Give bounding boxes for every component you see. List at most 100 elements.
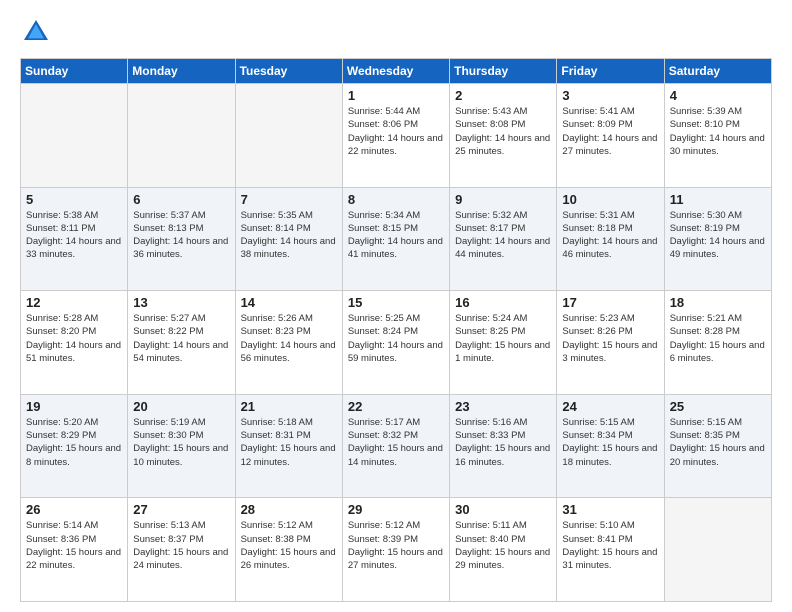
day-info: Sunrise: 5:32 AM Sunset: 8:17 PM Dayligh… [455, 209, 551, 262]
day-number: 28 [241, 502, 337, 517]
day-info: Sunrise: 5:12 AM Sunset: 8:39 PM Dayligh… [348, 519, 444, 572]
day-number: 11 [670, 192, 766, 207]
day-number: 23 [455, 399, 551, 414]
calendar-cell: 29 Sunrise: 5:12 AM Sunset: 8:39 PM Dayli… [342, 498, 449, 602]
day-number: 16 [455, 295, 551, 310]
day-info: Sunrise: 5:34 AM Sunset: 8:15 PM Dayligh… [348, 209, 444, 262]
calendar-cell: 14 Sunrise: 5:26 AM Sunset: 8:23 PM Dayli… [235, 291, 342, 395]
calendar-cell: 26Sunrise: 5:14 AM Sunset: 8:36 PM Dayli… [21, 498, 128, 602]
calendar-cell: 22 Sunrise: 5:17 AM Sunset: 8:32 PM Dayli… [342, 394, 449, 498]
day-number: 25 [670, 399, 766, 414]
day-number: 19 [26, 399, 122, 414]
day-number: 12 [26, 295, 122, 310]
day-number: 31 [562, 502, 658, 517]
calendar-cell: 12 Sunrise: 5:28 AM Sunset: 8:20 PM Dayli… [21, 291, 128, 395]
page: SundayMondayTuesdayWednesdayThursdayFrid… [0, 0, 792, 612]
calendar-cell: 8 Sunrise: 5:34 AM Sunset: 8:15 PM Daylig… [342, 187, 449, 291]
day-number: 27 [133, 502, 229, 517]
day-info: Sunrise: 5:28 AM Sunset: 8:20 PM Dayligh… [26, 312, 122, 365]
day-of-week-header: Tuesday [235, 59, 342, 84]
calendar-cell: 13 Sunrise: 5:27 AM Sunset: 8:22 PM Dayli… [128, 291, 235, 395]
day-number: 5 [26, 192, 122, 207]
header [20, 16, 772, 48]
day-number: 3 [562, 88, 658, 103]
calendar-cell: 11 Sunrise: 5:30 AM Sunset: 8:19 PM Dayli… [664, 187, 771, 291]
calendar-week-row: 1Sunrise: 5:44 AM Sunset: 8:06 PM Daylig… [21, 84, 772, 188]
day-number: 6 [133, 192, 229, 207]
calendar-cell: 5 Sunrise: 5:38 AM Sunset: 8:11 PM Daylig… [21, 187, 128, 291]
day-info: Sunrise: 5:27 AM Sunset: 8:22 PM Dayligh… [133, 312, 229, 365]
day-of-week-header: Wednesday [342, 59, 449, 84]
day-info: Sunrise: 5:30 AM Sunset: 8:19 PM Dayligh… [670, 209, 766, 262]
day-info: Sunrise: 5:25 AM Sunset: 8:24 PM Dayligh… [348, 312, 444, 365]
calendar-cell: 17 Sunrise: 5:23 AM Sunset: 8:26 PM Dayli… [557, 291, 664, 395]
calendar-week-row: 19 Sunrise: 5:20 AM Sunset: 8:29 PM Dayli… [21, 394, 772, 498]
day-info: Sunrise: 5:17 AM Sunset: 8:32 PM Dayligh… [348, 416, 444, 469]
day-of-week-header: Sunday [21, 59, 128, 84]
calendar-cell [664, 498, 771, 602]
day-number: 8 [348, 192, 444, 207]
calendar-week-row: 26Sunrise: 5:14 AM Sunset: 8:36 PM Dayli… [21, 498, 772, 602]
logo-icon [20, 16, 52, 48]
day-number: 14 [241, 295, 337, 310]
day-number: 22 [348, 399, 444, 414]
calendar-cell: 21 Sunrise: 5:18 AM Sunset: 8:31 PM Dayli… [235, 394, 342, 498]
calendar-cell: 6 Sunrise: 5:37 AM Sunset: 8:13 PM Daylig… [128, 187, 235, 291]
calendar-week-row: 5 Sunrise: 5:38 AM Sunset: 8:11 PM Daylig… [21, 187, 772, 291]
calendar-cell: 20 Sunrise: 5:19 AM Sunset: 8:30 PM Dayli… [128, 394, 235, 498]
day-info: Sunrise: 5:20 AM Sunset: 8:29 PM Dayligh… [26, 416, 122, 469]
day-info: Sunrise: 5:35 AM Sunset: 8:14 PM Dayligh… [241, 209, 337, 262]
day-info: Sunrise: 5:11 AM Sunset: 8:40 PM Dayligh… [455, 519, 551, 572]
day-number: 7 [241, 192, 337, 207]
calendar-cell: 28Sunrise: 5:12 AM Sunset: 8:38 PM Dayli… [235, 498, 342, 602]
logo [20, 16, 56, 48]
day-info: Sunrise: 5:31 AM Sunset: 8:18 PM Dayligh… [562, 209, 658, 262]
day-number: 13 [133, 295, 229, 310]
day-number: 21 [241, 399, 337, 414]
day-number: 30 [455, 502, 551, 517]
day-number: 20 [133, 399, 229, 414]
calendar-cell [235, 84, 342, 188]
calendar-cell [128, 84, 235, 188]
calendar: SundayMondayTuesdayWednesdayThursdayFrid… [20, 58, 772, 602]
calendar-cell: 30 Sunrise: 5:11 AM Sunset: 8:40 PM Dayli… [450, 498, 557, 602]
calendar-cell: 10 Sunrise: 5:31 AM Sunset: 8:18 PM Dayli… [557, 187, 664, 291]
calendar-cell: 18 Sunrise: 5:21 AM Sunset: 8:28 PM Dayli… [664, 291, 771, 395]
day-info: Sunrise: 5:13 AM Sunset: 8:37 PM Dayligh… [133, 519, 229, 572]
calendar-cell: 31 Sunrise: 5:10 AM Sunset: 8:41 PM Dayli… [557, 498, 664, 602]
calendar-cell: 16 Sunrise: 5:24 AM Sunset: 8:25 PM Dayli… [450, 291, 557, 395]
calendar-cell: 24 Sunrise: 5:15 AM Sunset: 8:34 PM Dayli… [557, 394, 664, 498]
day-of-week-header: Friday [557, 59, 664, 84]
day-number: 9 [455, 192, 551, 207]
day-info: Sunrise: 5:16 AM Sunset: 8:33 PM Dayligh… [455, 416, 551, 469]
calendar-cell: 1Sunrise: 5:44 AM Sunset: 8:06 PM Daylig… [342, 84, 449, 188]
day-number: 15 [348, 295, 444, 310]
day-info: Sunrise: 5:38 AM Sunset: 8:11 PM Dayligh… [26, 209, 122, 262]
day-info: Sunrise: 5:24 AM Sunset: 8:25 PM Dayligh… [455, 312, 551, 365]
calendar-cell: 27 Sunrise: 5:13 AM Sunset: 8:37 PM Dayli… [128, 498, 235, 602]
day-number: 10 [562, 192, 658, 207]
day-number: 24 [562, 399, 658, 414]
day-info: Sunrise: 5:37 AM Sunset: 8:13 PM Dayligh… [133, 209, 229, 262]
calendar-cell [21, 84, 128, 188]
day-number: 2 [455, 88, 551, 103]
calendar-week-row: 12 Sunrise: 5:28 AM Sunset: 8:20 PM Dayli… [21, 291, 772, 395]
day-info: Sunrise: 5:18 AM Sunset: 8:31 PM Dayligh… [241, 416, 337, 469]
day-number: 18 [670, 295, 766, 310]
day-info: Sunrise: 5:23 AM Sunset: 8:26 PM Dayligh… [562, 312, 658, 365]
calendar-cell: 19 Sunrise: 5:20 AM Sunset: 8:29 PM Dayli… [21, 394, 128, 498]
day-number: 29 [348, 502, 444, 517]
day-number: 17 [562, 295, 658, 310]
day-info: Sunrise: 5:26 AM Sunset: 8:23 PM Dayligh… [241, 312, 337, 365]
day-info: Sunrise: 5:19 AM Sunset: 8:30 PM Dayligh… [133, 416, 229, 469]
calendar-header-row: SundayMondayTuesdayWednesdayThursdayFrid… [21, 59, 772, 84]
day-info: Sunrise: 5:15 AM Sunset: 8:34 PM Dayligh… [562, 416, 658, 469]
day-number: 4 [670, 88, 766, 103]
day-of-week-header: Saturday [664, 59, 771, 84]
day-of-week-header: Thursday [450, 59, 557, 84]
day-info: Sunrise: 5:21 AM Sunset: 8:28 PM Dayligh… [670, 312, 766, 365]
day-info: Sunrise: 5:10 AM Sunset: 8:41 PM Dayligh… [562, 519, 658, 572]
day-of-week-header: Monday [128, 59, 235, 84]
calendar-cell: 25Sunrise: 5:15 AM Sunset: 8:35 PM Dayli… [664, 394, 771, 498]
calendar-cell: 15 Sunrise: 5:25 AM Sunset: 8:24 PM Dayli… [342, 291, 449, 395]
